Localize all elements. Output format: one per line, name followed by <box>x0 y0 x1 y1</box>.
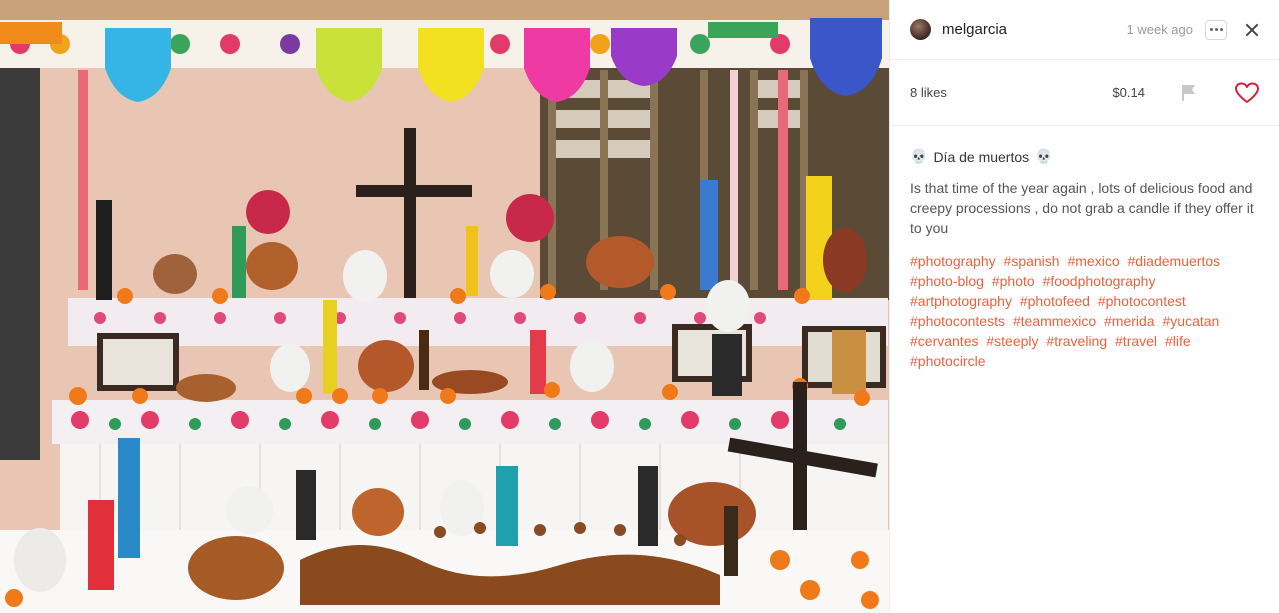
hashtag-link[interactable]: #foodphotography <box>1043 273 1156 289</box>
post-title: 💀 Día de muertos 💀 <box>910 148 1259 165</box>
avatar[interactable] <box>910 19 931 40</box>
post-title-text: Día de muertos <box>933 148 1030 165</box>
hashtag-link[interactable]: #yucatan <box>1163 313 1220 329</box>
post-details-panel: melgarcia 1 week ago 8 likes $0.14 💀 Día… <box>889 0 1279 613</box>
likes-count[interactable]: 8 likes <box>910 85 1112 100</box>
hashtag-link[interactable]: #diademuertos <box>1128 253 1221 269</box>
hashtag-link[interactable]: #life <box>1165 333 1191 349</box>
post-header: melgarcia 1 week ago <box>890 0 1279 60</box>
hashtag-link[interactable]: #steeply <box>986 333 1038 349</box>
skull-icon: 💀 <box>910 148 928 164</box>
ellipsis-icon <box>1209 28 1213 31</box>
hashtag-link[interactable]: #mexico <box>1067 253 1119 269</box>
hashtag-link[interactable]: #photocircle <box>910 353 986 369</box>
hashtag-link[interactable]: #photocontests <box>910 313 1005 329</box>
hashtag-link[interactable]: #travel <box>1115 333 1157 349</box>
hashtag-link[interactable]: #cervantes <box>910 333 978 349</box>
post-time: 1 week ago <box>1126 22 1194 37</box>
username-link[interactable]: melgarcia <box>942 21 1127 38</box>
hashtag-link[interactable]: #photo-blog <box>910 273 984 289</box>
hashtag-link[interactable]: #teammexico <box>1013 313 1096 329</box>
altar-photo <box>0 0 889 613</box>
hashtag-link[interactable]: #photography <box>910 253 996 269</box>
more-options-button[interactable] <box>1205 19 1227 40</box>
hashtag-link[interactable]: #photocontest <box>1098 293 1186 309</box>
post-body: Is that time of the year again , lots of… <box>910 180 1254 236</box>
hashtag-link[interactable]: #merida <box>1104 313 1155 329</box>
photo-viewer: melgarcia 1 week ago 8 likes $0.14 💀 Día… <box>0 0 1279 613</box>
post-stats-bar: 8 likes $0.14 <box>890 60 1279 126</box>
post-description: 💀 Día de muertos 💀 Is that time of the y… <box>890 126 1279 371</box>
hashtag-link[interactable]: #traveling <box>1046 333 1107 349</box>
hashtag-link[interactable]: #spanish <box>1004 253 1060 269</box>
close-icon[interactable] <box>1245 23 1259 37</box>
heart-icon[interactable] <box>1235 82 1259 104</box>
hashtag-link[interactable]: #artphotography <box>910 293 1012 309</box>
hashtag-link[interactable]: #photo <box>992 273 1035 289</box>
payout-amount[interactable]: $0.14 <box>1112 85 1145 100</box>
post-photo[interactable] <box>0 0 889 613</box>
hashtag-link[interactable]: #photofeed <box>1020 293 1090 309</box>
hashtag-list: #photography #spanish #mexico #diademuer… <box>910 251 1259 371</box>
flag-icon[interactable] <box>1181 84 1197 102</box>
skull-icon: 💀 <box>1035 148 1053 164</box>
